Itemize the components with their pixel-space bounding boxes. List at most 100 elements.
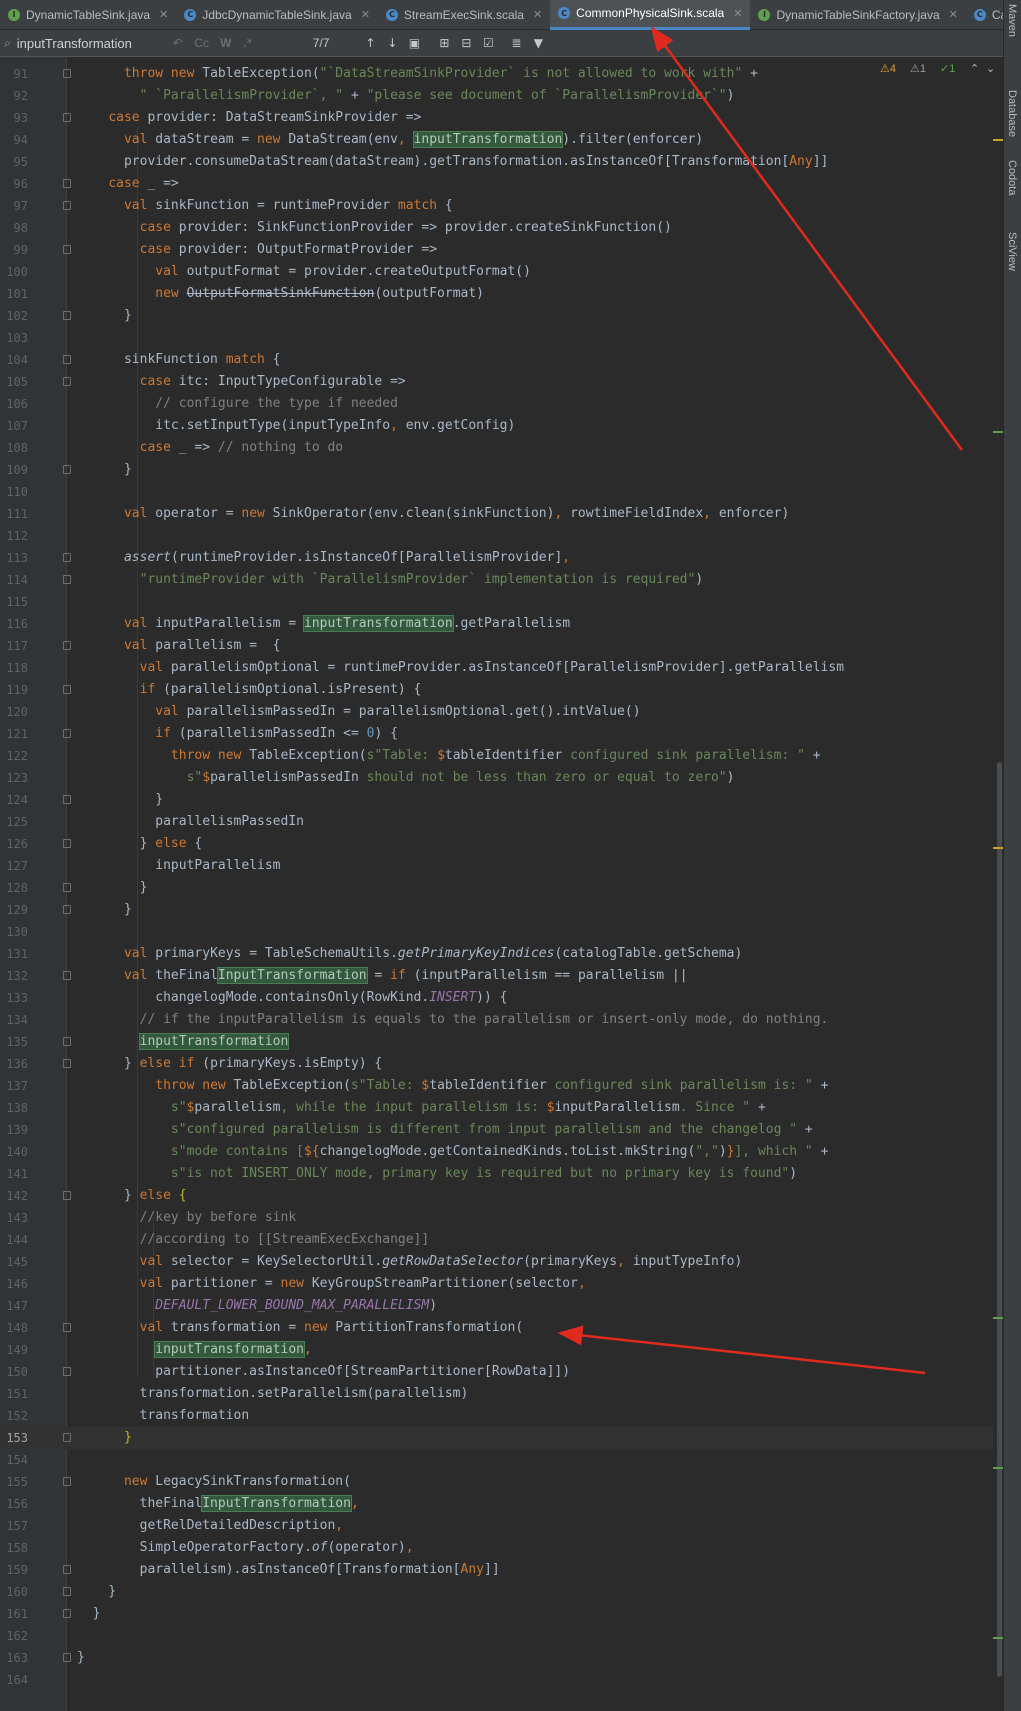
code-text[interactable]: //according to [[StreamExecExchange]]	[77, 1229, 430, 1251]
line-number[interactable]: 133	[0, 987, 28, 1009]
line-number[interactable]: 97	[0, 195, 28, 217]
tab-dynamictablesinkfactory-java[interactable]: I DynamicTableSinkFactory.java ✕	[750, 0, 965, 30]
fold-marker-icon[interactable]	[63, 883, 71, 892]
line-number[interactable]: 155	[0, 1471, 28, 1493]
code-line[interactable]: 95 provider.consumeDataStream(dataStream…	[0, 151, 993, 173]
code-line[interactable]: 116 val inputParallelism = inputTransfor…	[0, 613, 993, 635]
line-number[interactable]: 164	[0, 1669, 28, 1691]
code-text[interactable]: case provider: DataStreamSinkProvider =>	[77, 107, 421, 129]
code-text[interactable]: }	[77, 899, 132, 921]
fold-marker-icon[interactable]	[63, 201, 71, 210]
code-editor[interactable]: ⚠4 ⚠1 ✓1 ⌃ ⌄ 91 throw new TableException…	[0, 57, 1003, 1711]
close-tab-icon[interactable]: ✕	[533, 8, 542, 21]
code-line[interactable]: 120 val parallelismPassedIn = parallelis…	[0, 701, 993, 723]
fold-marker-icon[interactable]	[63, 1059, 71, 1068]
code-text[interactable]: inputTransformation,	[77, 1339, 312, 1361]
line-number[interactable]: 131	[0, 943, 28, 965]
code-text[interactable]: throw new TableException(s"Table: $table…	[77, 1075, 828, 1097]
code-text[interactable]: sinkFunction match {	[77, 349, 281, 371]
code-line[interactable]: 163}	[0, 1647, 993, 1669]
fold-marker-icon[interactable]	[63, 113, 71, 122]
code-line[interactable]: 148 val transformation = new PartitionTr…	[0, 1317, 993, 1339]
code-text[interactable]: "runtimeProvider with `ParallelismProvid…	[77, 569, 704, 591]
code-text[interactable]: partitioner.asInstanceOf[StreamPartition…	[77, 1361, 570, 1383]
search-icon[interactable]: ⌕	[4, 36, 11, 51]
code-line[interactable]: 117 val parallelism = {	[0, 635, 993, 657]
line-number[interactable]: 142	[0, 1185, 28, 1207]
line-number[interactable]: 143	[0, 1207, 28, 1229]
fold-marker-icon[interactable]	[63, 971, 71, 980]
code-text[interactable]: parallelism).asInstanceOf[Transformation…	[77, 1559, 500, 1581]
line-number[interactable]: 152	[0, 1405, 28, 1427]
code-text[interactable]: val outputFormat = provider.createOutput…	[77, 261, 531, 283]
code-line[interactable]: 97 val sinkFunction = runtimeProvider ma…	[0, 195, 993, 217]
vertical-scrollbar[interactable]	[997, 762, 1002, 1677]
line-number[interactable]: 116	[0, 613, 28, 635]
line-number[interactable]: 161	[0, 1603, 28, 1625]
code-line[interactable]: 127 inputParallelism	[0, 855, 993, 877]
code-text[interactable]: }	[77, 789, 163, 811]
code-text[interactable]: // configure the type if needed	[77, 393, 398, 415]
line-number[interactable]: 146	[0, 1273, 28, 1295]
fold-marker-icon[interactable]	[63, 1587, 71, 1596]
code-line[interactable]: 158 SimpleOperatorFactory.of(operator),	[0, 1537, 993, 1559]
code-text[interactable]: if (parallelismPassedIn <= 0) {	[77, 723, 398, 745]
code-text[interactable]: case itc: InputTypeConfigurable =>	[77, 371, 406, 393]
next-occurrence-icon[interactable]: ↓	[383, 36, 401, 50]
code-line[interactable]: 162	[0, 1625, 993, 1647]
line-number[interactable]: 119	[0, 679, 28, 701]
code-line[interactable]: 149 inputTransformation,	[0, 1339, 993, 1361]
code-text[interactable]: throw new TableException(s"Table: $table…	[77, 745, 821, 767]
code-text[interactable]: transformation	[77, 1405, 250, 1427]
code-text[interactable]: s"is not INSERT_ONLY mode, primary key i…	[77, 1163, 797, 1185]
code-text[interactable]: }	[77, 1581, 116, 1603]
line-number[interactable]: 101	[0, 283, 28, 305]
code-line[interactable]: 143 //key by before sink	[0, 1207, 993, 1229]
code-line[interactable]: 102 }	[0, 305, 993, 327]
code-line[interactable]: 111 val operator = new SinkOperator(env.…	[0, 503, 993, 525]
code-text[interactable]: val dataStream = new DataStream(env, inp…	[77, 129, 703, 151]
line-number[interactable]: 153	[0, 1427, 28, 1449]
code-text[interactable]: parallelismPassedIn	[77, 811, 304, 833]
line-number[interactable]: 144	[0, 1229, 28, 1251]
code-text[interactable]: }	[77, 1647, 85, 1669]
code-line[interactable]: 103	[0, 327, 993, 349]
fold-marker-icon[interactable]	[63, 1433, 71, 1442]
code-text[interactable]: val selector = KeySelectorUtil.getRowDat…	[77, 1251, 743, 1273]
code-text[interactable]: val parallelism = {	[77, 635, 281, 657]
line-number[interactable]: 137	[0, 1075, 28, 1097]
line-number[interactable]: 130	[0, 921, 28, 943]
code-text[interactable]: } else {	[77, 1185, 187, 1207]
code-line[interactable]: 160 }	[0, 1581, 993, 1603]
line-number[interactable]: 154	[0, 1449, 28, 1471]
code-text[interactable]: }	[77, 459, 132, 481]
code-text[interactable]: if (parallelismOptional.isPresent) {	[77, 679, 422, 701]
line-number[interactable]: 158	[0, 1537, 28, 1559]
line-number[interactable]: 129	[0, 899, 28, 921]
code-line[interactable]: 135 inputTransformation	[0, 1031, 993, 1053]
line-number[interactable]: 115	[0, 591, 28, 613]
line-number[interactable]: 106	[0, 393, 28, 415]
scroll-marker[interactable]	[993, 1317, 1003, 1319]
code-line[interactable]: 154	[0, 1449, 993, 1471]
code-line[interactable]: 105 case itc: InputTypeConfigurable =>	[0, 371, 993, 393]
line-number[interactable]: 157	[0, 1515, 28, 1537]
line-number[interactable]: 159	[0, 1559, 28, 1581]
code-text[interactable]: case provider: OutputFormatProvider =>	[77, 239, 437, 261]
code-text[interactable]: val inputParallelism = inputTransformati…	[77, 613, 570, 635]
line-number[interactable]: 163	[0, 1647, 28, 1669]
code-line[interactable]: 112	[0, 525, 993, 547]
code-text[interactable]: case _ =>	[77, 173, 178, 195]
code-line[interactable]: 94 val dataStream = new DataStream(env, …	[0, 129, 993, 151]
remove-occurrence-icon[interactable]: ⊟	[457, 36, 475, 50]
line-number[interactable]: 112	[0, 525, 28, 547]
line-number[interactable]: 160	[0, 1581, 28, 1603]
previous-occurrence-icon[interactable]: ↑	[361, 36, 379, 50]
search-input[interactable]: inputTransformation	[17, 36, 167, 51]
fold-marker-icon[interactable]	[63, 729, 71, 738]
line-number[interactable]: 147	[0, 1295, 28, 1317]
code-line[interactable]: 142 } else {	[0, 1185, 993, 1207]
close-tab-icon[interactable]: ✕	[361, 8, 370, 21]
code-text[interactable]: }	[77, 877, 148, 899]
scroll-marker[interactable]	[993, 1467, 1003, 1469]
